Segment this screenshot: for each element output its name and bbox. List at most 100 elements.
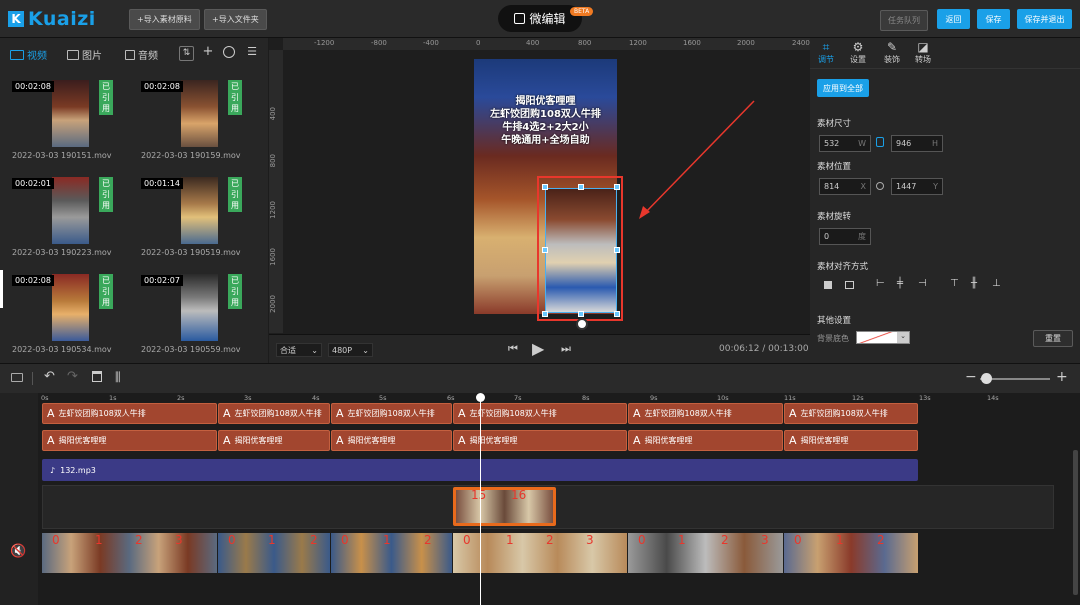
- list-icon[interactable]: ☰: [245, 45, 259, 59]
- overlay-clip[interactable]: [545, 188, 617, 313]
- tab-audio[interactable]: 音频: [125, 47, 158, 62]
- frame-number: 2: [877, 533, 885, 547]
- video-clip[interactable]: 0 1 2: [331, 533, 452, 573]
- ruler-label: 800: [269, 154, 277, 168]
- align-bottom-icon[interactable]: ⊥: [992, 278, 1001, 289]
- playhead[interactable]: [480, 397, 481, 605]
- text-clip[interactable]: A 揭阳优客哩哩: [628, 430, 783, 451]
- text-clip[interactable]: A 揭阳优客哩哩: [218, 430, 330, 451]
- edit-icon: [514, 13, 526, 24]
- tab-adjust[interactable]: ⌗ 调节: [818, 41, 834, 65]
- save-exit-button[interactable]: 保存并退出: [1017, 9, 1072, 29]
- delete-icon[interactable]: [92, 371, 102, 382]
- video-clip[interactable]: 0 1 2 3: [42, 533, 217, 573]
- text-clip-label: 左虾饺团购108双人牛排: [58, 409, 146, 418]
- align-fit-icon[interactable]: [845, 281, 854, 289]
- tab-transition[interactable]: ◪ 转场: [915, 41, 931, 65]
- resize-handle[interactable]: [542, 184, 548, 190]
- text-clip[interactable]: A 左虾饺团购108双人牛排: [331, 403, 452, 424]
- center-icon[interactable]: [876, 182, 884, 190]
- tab-settings[interactable]: ⚙ 设置: [850, 41, 866, 65]
- tab-decorate[interactable]: ✎ 装饰: [884, 41, 900, 65]
- video-clip[interactable]: 0 1 2: [784, 533, 918, 573]
- video-clip[interactable]: 0 1 2: [218, 533, 330, 573]
- overlay-clip-selected[interactable]: 15 16: [453, 487, 556, 526]
- rotate-handle[interactable]: [576, 318, 588, 330]
- back-button[interactable]: 返回: [937, 9, 970, 29]
- add-icon[interactable]: +: [201, 45, 215, 59]
- keyboard-icon[interactable]: [11, 373, 23, 382]
- bg-color-picker[interactable]: ⌄: [856, 331, 910, 344]
- frame-number: 1: [95, 533, 103, 547]
- import-material-button[interactable]: +导入素材原料: [129, 9, 200, 30]
- video-clip[interactable]: 0 1 2 3: [628, 533, 783, 573]
- resize-handle[interactable]: [578, 311, 584, 317]
- resolution-select[interactable]: 480P ⌄: [328, 343, 373, 357]
- zoom-slider-thumb[interactable]: [981, 373, 992, 384]
- align-left-icon[interactable]: ⊢: [876, 278, 885, 289]
- playhead-handle[interactable]: [476, 393, 485, 402]
- resize-handle[interactable]: [614, 247, 620, 253]
- tab-video[interactable]: 视频: [10, 47, 47, 62]
- align-top-icon[interactable]: ⊤: [950, 278, 959, 289]
- divider: [32, 372, 33, 385]
- align-right-icon[interactable]: ⊣: [918, 278, 927, 289]
- text-clip[interactable]: A 左虾饺团购108双人牛排: [628, 403, 783, 424]
- ruler-tick: 5s: [379, 394, 387, 402]
- align-hcenter-icon[interactable]: ╪: [897, 278, 903, 289]
- import-folder-button[interactable]: +导入文件夹: [204, 9, 267, 30]
- apply-all-button[interactable]: 应用到全部: [817, 79, 869, 97]
- resize-handle[interactable]: [614, 311, 620, 317]
- resize-handle[interactable]: [578, 184, 584, 190]
- task-queue-button[interactable]: 任务队列: [880, 10, 928, 31]
- text-clip-icon: A: [336, 434, 344, 447]
- height-input[interactable]: 946 H: [891, 135, 943, 152]
- timeline-scrollbar[interactable]: [1073, 450, 1078, 595]
- ruler-label: 800: [578, 39, 592, 47]
- sort-icon[interactable]: ⇅: [179, 46, 194, 61]
- collapse-handle[interactable]: [0, 270, 3, 308]
- text-clip[interactable]: A 揭阳优客哩哩: [42, 430, 217, 451]
- play-icon[interactable]: ▶: [532, 339, 544, 358]
- text-clip[interactable]: A 揭阳优客哩哩: [331, 430, 452, 451]
- lock-icon[interactable]: [876, 137, 884, 147]
- media-filename: 2022-03-03 190223.mov: [12, 248, 112, 257]
- search-icon[interactable]: [223, 46, 235, 58]
- undo-icon[interactable]: ↶: [44, 369, 55, 384]
- text-clip[interactable]: A 左虾饺团购108双人牛排: [784, 403, 918, 424]
- tab-image[interactable]: 图片: [67, 47, 102, 62]
- ruler-tick: 7s: [514, 394, 522, 402]
- save-button[interactable]: 保存: [977, 9, 1010, 29]
- resize-handle[interactable]: [614, 184, 620, 190]
- ruler-label: 400: [269, 107, 277, 121]
- prev-frame-icon[interactable]: ⏮: [508, 342, 518, 356]
- x-input[interactable]: 814 X: [819, 178, 871, 195]
- x-input-unit: X: [860, 182, 866, 191]
- caption-line: 揭阳优客哩哩: [515, 96, 576, 107]
- text-clip[interactable]: A 揭阳优客哩哩: [784, 430, 918, 451]
- text-clip[interactable]: A 左虾饺团购108双人牛排: [42, 403, 217, 424]
- fit-select[interactable]: 合适 ⌄: [276, 343, 322, 357]
- rotation-input-value: 0: [824, 232, 830, 241]
- reset-button[interactable]: 重置: [1033, 330, 1073, 347]
- align-fill-icon[interactable]: [824, 281, 832, 289]
- wand-icon: ✎: [886, 40, 898, 54]
- tab-settings-label: 设置: [850, 55, 866, 64]
- split-icon[interactable]: ⫼: [115, 370, 121, 385]
- text-clip-label: 揭阳优客哩哩: [347, 436, 396, 445]
- zoom-in-icon[interactable]: +: [1056, 369, 1068, 385]
- resize-handle[interactable]: [542, 311, 548, 317]
- rotation-input[interactable]: 0度: [819, 228, 871, 245]
- align-vcenter-icon[interactable]: ╫: [971, 278, 977, 289]
- ruler-label: 1600: [269, 248, 277, 266]
- next-frame-icon[interactable]: ⏭: [561, 342, 571, 356]
- mute-icon[interactable]: 🔇: [10, 544, 26, 559]
- text-clip[interactable]: A 左虾饺团购108双人牛排: [218, 403, 330, 424]
- width-input[interactable]: 532 W: [819, 135, 871, 152]
- y-input[interactable]: 1447 Y: [891, 178, 943, 195]
- zoom-out-icon[interactable]: −: [965, 369, 977, 385]
- redo-icon[interactable]: ↷: [67, 369, 78, 384]
- text-clip-icon: A: [223, 407, 231, 420]
- text-clip-icon: A: [47, 407, 55, 420]
- resize-handle[interactable]: [542, 247, 548, 253]
